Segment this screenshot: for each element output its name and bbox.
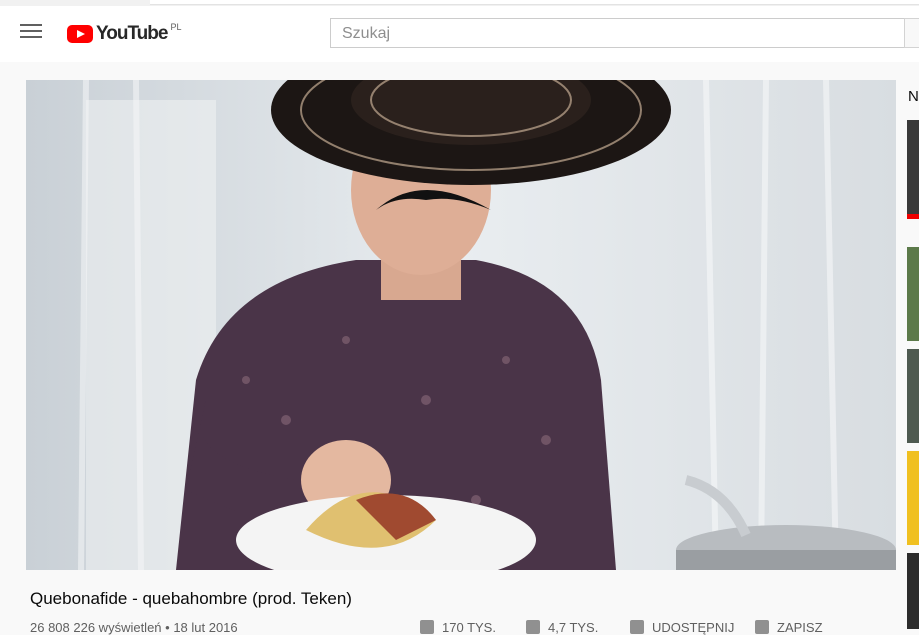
sidebar-thumbnail[interactable]: [907, 349, 919, 443]
sidebar-thumbnail[interactable]: [907, 120, 919, 219]
thumbs-down-icon: [526, 620, 540, 634]
search-button[interactable]: [904, 18, 919, 48]
share-button[interactable]: UDOSTĘPNIJ: [630, 620, 734, 635]
active-tab: [150, 0, 919, 5]
share-label: UDOSTĘPNIJ: [652, 620, 735, 635]
playlist-add-icon: [755, 620, 769, 634]
play-logo-icon: [67, 25, 93, 43]
sidebar-thumbnail[interactable]: [907, 247, 919, 341]
thumbs-up-icon: [420, 620, 434, 634]
dislike-button[interactable]: 4,7 TYS.: [526, 620, 598, 635]
sidebar-thumbnail[interactable]: [907, 553, 919, 629]
sidebar-thumbnail[interactable]: [907, 451, 919, 545]
country-code: PL: [170, 22, 182, 32]
dislike-count: 4,7 TYS.: [548, 620, 599, 635]
share-icon: [630, 620, 644, 634]
upload-date: 18 lut 2016: [173, 620, 238, 635]
hamburger-menu-icon[interactable]: [20, 24, 42, 42]
masthead: YouTube PL Szukaj: [0, 6, 919, 62]
youtube-logo[interactable]: YouTube PL: [67, 22, 182, 44]
video-frame: [26, 80, 896, 570]
video-player[interactable]: [26, 80, 896, 570]
video-meta: 26 808 226 wyświetleń • 18 lut 2016: [30, 620, 238, 635]
save-button[interactable]: ZAPISZ: [755, 620, 823, 635]
view-count: 26 808 226 wyświetleń: [30, 620, 162, 635]
like-button[interactable]: 170 TYS.: [420, 620, 496, 635]
save-label: ZAPISZ: [777, 620, 823, 635]
logo-text: YouTube: [96, 23, 168, 44]
search-input[interactable]: Szukaj: [330, 18, 905, 48]
like-count: 170 TYS.: [442, 620, 496, 635]
sidebar-heading: N: [908, 88, 919, 105]
video-title: Quebonafide - quebahombre (prod. Teken): [30, 589, 352, 608]
